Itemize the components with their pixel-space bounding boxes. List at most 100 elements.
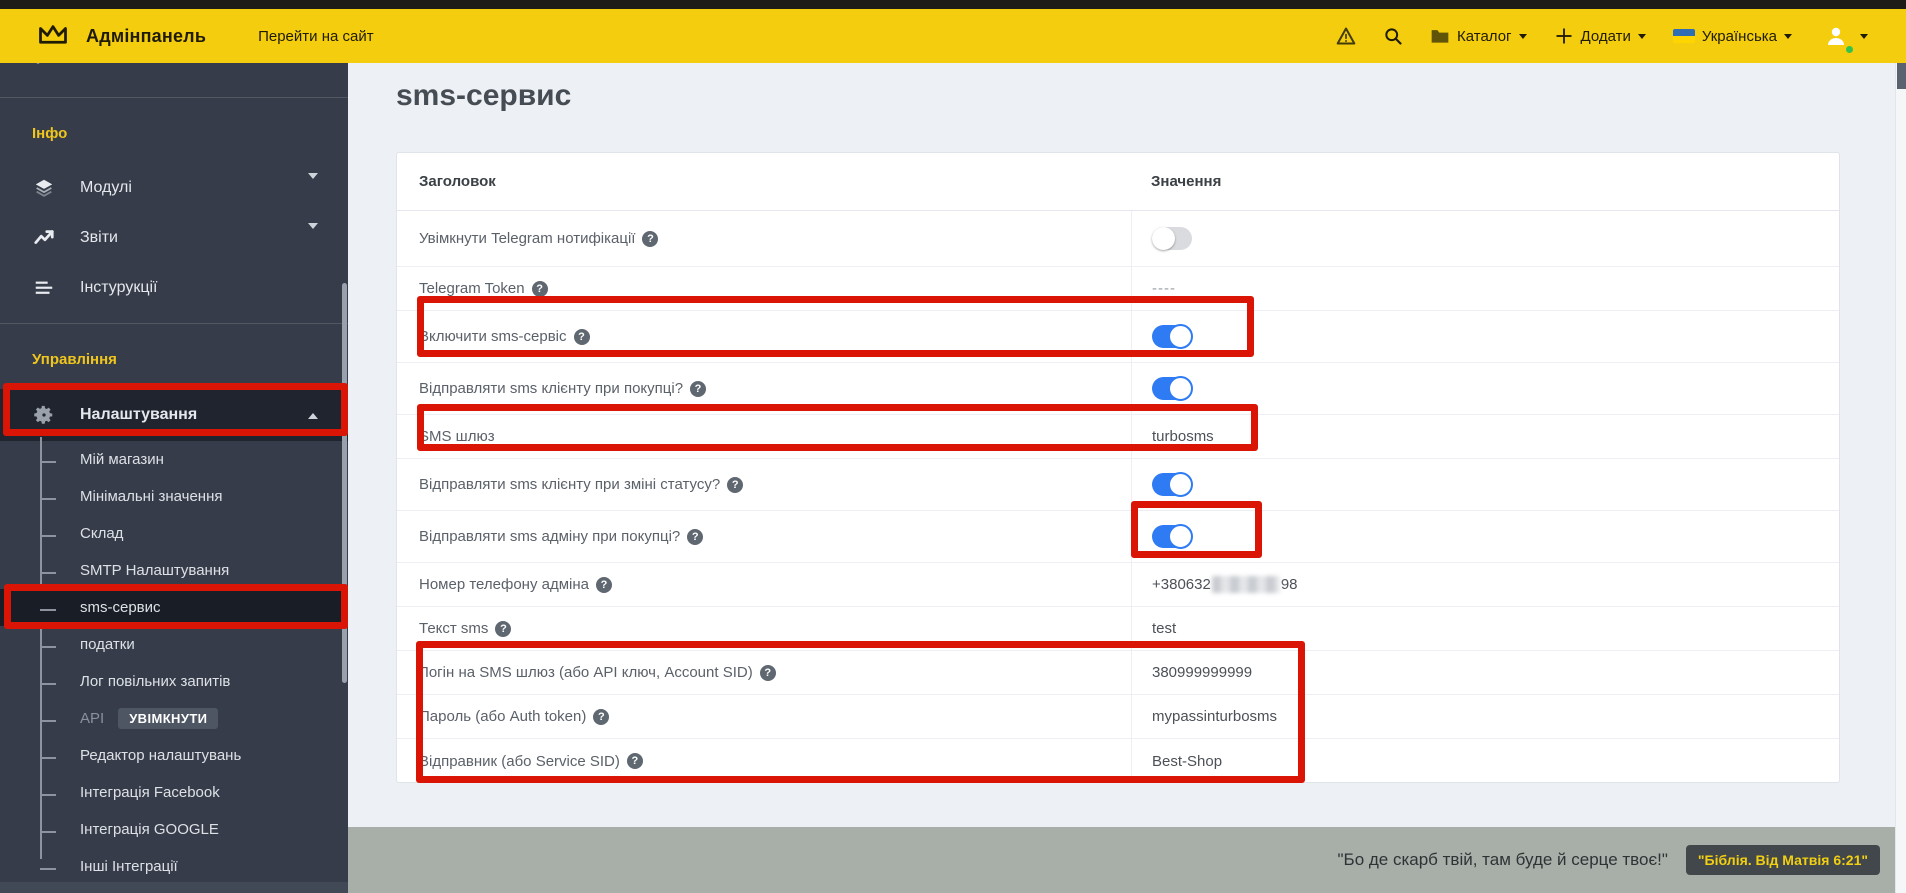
sidebar-subitem-slow-queries-log[interactable]: Лог повільних запитів — [0, 663, 348, 700]
sidebar-item-instructions[interactable]: Інстурукції — [0, 263, 348, 313]
warning-icon[interactable] — [1336, 26, 1356, 46]
admin-phone-value: +380632 98 — [1152, 576, 1298, 593]
sidebar-item-settings[interactable]: Налаштування — [0, 389, 348, 441]
sidebar: Контент Інфо Модулі Звіти — [0, 63, 348, 893]
table-row: Пароль (або Auth token)? mypassinturbosm… — [397, 695, 1839, 739]
table-header: Заголовок Значення — [397, 153, 1839, 211]
table-row: Відправляти sms клієнту при зміні статус… — [397, 459, 1839, 511]
table-row: Telegram Token? ---- — [397, 267, 1839, 311]
sidebar-subitem-other-integrations[interactable]: Інші Інтеграції — [0, 848, 348, 885]
sidebar-item-label: Модулі — [80, 179, 132, 196]
page-title: sms-сервис — [396, 79, 572, 112]
table-row: Відправник (або Service SID)? Best-Shop — [397, 739, 1839, 782]
sidebar-subitem-warehouse[interactable]: Склад — [0, 515, 348, 552]
online-status-dot — [1845, 45, 1854, 54]
brush-icon — [36, 63, 40, 64]
help-icon[interactable]: ? — [727, 476, 744, 493]
bible-reference-badge: "Біблія. Від Матвія 6:21" — [1685, 845, 1880, 875]
column-header-label: Заголовок — [419, 173, 496, 190]
table-row: Увімкнути Telegram нотифікації? — [397, 211, 1839, 267]
page-scrollbar-thumb[interactable] — [1897, 63, 1906, 89]
help-icon[interactable]: ? — [595, 576, 612, 593]
sidebar-subitem-api[interactable]: API УВІМКНУТИ — [0, 700, 348, 737]
sms-service-toggle[interactable] — [1152, 324, 1193, 349]
list-icon — [32, 277, 56, 299]
sms-gateway-value: turbosms — [1152, 428, 1214, 445]
sender-value: Best-Shop — [1152, 752, 1223, 770]
chevron-down-icon — [1637, 33, 1646, 39]
chevron-up-icon — [308, 406, 318, 424]
settings-table: Заголовок Значення Увімкнути Telegram но… — [396, 152, 1840, 783]
sms-admin-purchase-toggle[interactable] — [1152, 524, 1193, 549]
sidebar-subitem-taxes[interactable]: податки — [0, 626, 348, 663]
sidebar-item-label: Звіти — [80, 229, 118, 246]
sms-client-status-toggle[interactable] — [1152, 472, 1193, 497]
folder-icon — [1431, 30, 1449, 43]
sidebar-item-reports[interactable]: Звіти — [0, 213, 348, 263]
help-icon[interactable]: ? — [573, 328, 590, 345]
sms-text-value: test — [1152, 620, 1177, 637]
sidebar-item-modules[interactable]: Модулі — [0, 163, 348, 213]
plus-icon — [1556, 28, 1572, 44]
table-row: Логін на SMS шлюз (або API ключ, Account… — [397, 651, 1839, 695]
help-icon[interactable]: ? — [642, 230, 659, 247]
table-row: Номер телефону адміна? +380632 98 — [397, 563, 1839, 607]
telegram-token-value: ---- — [1152, 280, 1176, 297]
top-bar: Адмінпанель Перейти на сайт Каталог Дода… — [0, 0, 1906, 63]
catalog-menu[interactable]: Каталог — [1430, 26, 1527, 46]
sidebar-subitem-my-shop[interactable]: Мій магазин — [0, 441, 348, 478]
search-icon[interactable] — [1383, 26, 1403, 46]
table-row: Текст sms? test — [397, 607, 1839, 651]
table-row: Відправляти sms клієнту при покупці?? — [397, 363, 1839, 415]
help-icon[interactable]: ? — [531, 280, 548, 297]
gateway-password-value: mypassinturbosms — [1152, 708, 1278, 725]
gateway-login-value: 380999999999 — [1152, 664, 1253, 681]
layers-icon — [32, 177, 56, 199]
sidebar-subitem-min-values[interactable]: Мінімальні значення — [0, 478, 348, 515]
sidebar-subitem-settings-editor[interactable]: Редактор налаштувань — [0, 737, 348, 774]
add-label: Додати — [1580, 27, 1631, 45]
trend-chart-icon — [32, 227, 56, 249]
api-enable-badge[interactable]: УВІМКНУТИ — [118, 708, 219, 729]
help-icon[interactable]: ? — [593, 708, 610, 725]
goto-site-link[interactable]: Перейти на сайт — [258, 28, 374, 45]
help-icon[interactable]: ? — [687, 528, 704, 545]
gear-icon — [32, 404, 56, 426]
help-icon[interactable]: ? — [759, 664, 776, 681]
catalog-label: Каталог — [1457, 27, 1512, 45]
sms-client-purchase-toggle[interactable] — [1152, 376, 1193, 401]
main-content: sms-сервис Заголовок Значення Увімкнути … — [348, 63, 1906, 893]
sidebar-bottom-item-sliver — [0, 882, 348, 893]
sidebar-item-clipped[interactable]: Контент — [0, 63, 348, 81]
sidebar-item-label: Інстурукції — [80, 279, 158, 296]
crown-logo-icon — [39, 25, 67, 44]
language-label: Українська — [1701, 27, 1777, 45]
help-icon[interactable]: ? — [626, 753, 643, 769]
ukraine-flag-icon — [1672, 29, 1695, 43]
settings-submenu: Мій магазин Мінімальні значення Склад SM… — [0, 437, 348, 885]
sidebar-subitem-smtp[interactable]: SMTP Налаштування — [0, 552, 348, 589]
section-header-info: Інфо — [32, 125, 68, 142]
add-menu[interactable]: Додати — [1554, 26, 1646, 46]
table-row: Відправляти sms адміну при покупці?? — [397, 511, 1839, 563]
sidebar-scrollbar[interactable] — [342, 283, 347, 683]
footer: "Бо де скарб твій, там буде й серце твоє… — [348, 827, 1906, 893]
page-scrollbar[interactable] — [1895, 63, 1906, 893]
footer-quote: "Бо де скарб твій, там буде й серце твоє… — [1337, 850, 1668, 869]
table-row: SMS шлюз turbosms — [397, 415, 1839, 459]
telegram-notifications-toggle[interactable] — [1152, 227, 1192, 250]
sidebar-item-label: Налаштування — [80, 406, 198, 423]
chevron-down-icon — [1518, 33, 1527, 39]
sidebar-subitem-sms-service[interactable]: sms-сервис — [0, 589, 348, 626]
table-row: Включити sms-сервіс? — [397, 311, 1839, 363]
help-icon[interactable]: ? — [690, 380, 707, 397]
sidebar-subitem-facebook[interactable]: Інтеграція Facebook — [0, 774, 348, 811]
language-menu[interactable]: Українська — [1672, 27, 1792, 45]
sidebar-subitem-google[interactable]: Інтеграція GOOGLE — [0, 811, 348, 848]
chevron-down-icon — [308, 223, 318, 247]
user-menu[interactable] — [1819, 19, 1868, 54]
divider — [0, 97, 348, 98]
section-header-manage: Управління — [32, 351, 117, 368]
help-icon[interactable]: ? — [495, 620, 512, 637]
chevron-down-icon — [1860, 33, 1868, 39]
